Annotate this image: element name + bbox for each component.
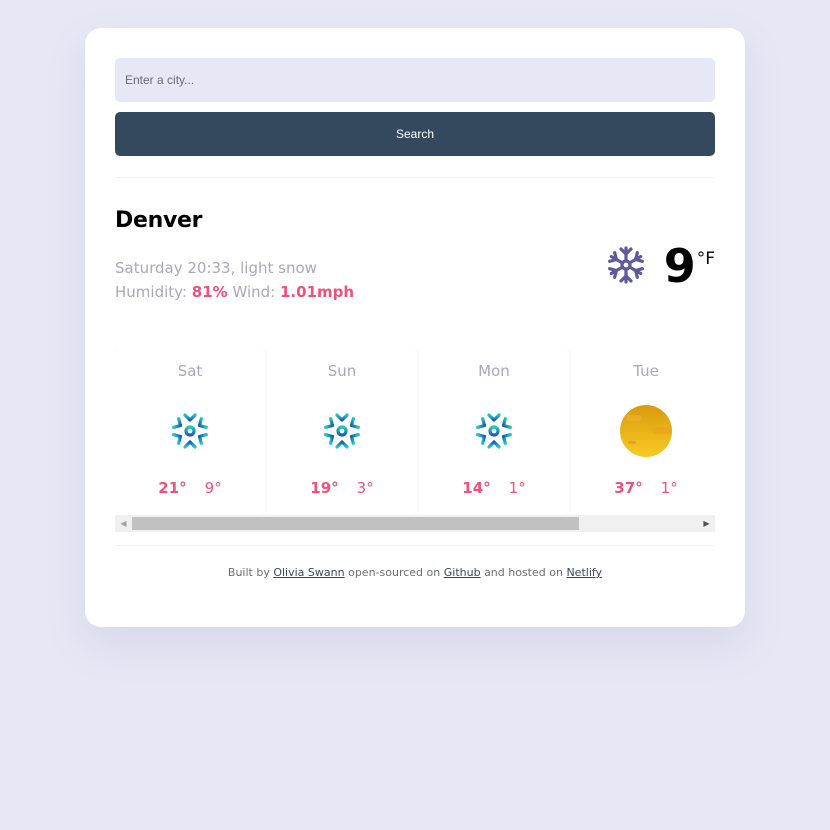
search-button[interactable]: Search [115,112,715,156]
horizontal-scrollbar[interactable]: ◀ ▶ [115,515,715,532]
forecast-low: 1° [660,479,678,497]
humidity-wind: Humidity: 81% Wind: 1.01mph [115,280,354,304]
snowflake-icon [606,245,646,285]
forecast-day-name: Sun [327,362,357,380]
forecast-temps: 21° 9° [115,479,265,497]
forecast-high: 37° [614,479,643,497]
github-link[interactable]: Github [444,566,481,579]
forecast-temps: 19° 3° [267,479,417,497]
separator: , [230,259,241,277]
forecast-high: 21° [158,479,187,497]
humidity-value: 81% [191,283,228,301]
temperature-unit: °F [696,249,715,269]
forecast-low: 3° [356,479,374,497]
forecast-high: 14° [462,479,491,497]
forecast-high: 19° [310,479,339,497]
wind-label: Wind: [232,283,276,301]
day-time: Saturday 20:33 [115,259,231,277]
forecast-day: Sun 19° 3° [267,348,417,515]
author-link[interactable]: Olivia Swann [273,566,344,579]
forecast-low: 1° [508,479,526,497]
snowflake-icon [466,403,522,459]
scroll-right-arrow-icon[interactable]: ▶ [698,515,715,532]
sun-icon [618,403,674,459]
scrollbar-thumb[interactable] [132,517,579,530]
current-weather: Denver Saturday 20:33, light snow Humidi… [115,178,715,328]
forecast-day: Mon 14° 1° [419,348,569,515]
humidity-label: Humidity: [115,283,187,301]
current-temperature: 9 °F [664,238,715,294]
footer-text: open-sourced on [348,566,441,579]
weather-card: Search Denver Saturday 20:33, light snow… [85,28,745,627]
forecast-day: Tue 37° 1° [571,348,715,515]
forecast-day-name: Tue [633,362,659,380]
forecast-day-name: Sat [177,362,203,380]
city-search-input[interactable] [115,58,715,102]
forecast-section: Sat 21° 9° Sun 19° 3° Mon 14° 1° Tue 37°… [115,348,715,535]
footer-text: Built by [227,566,270,579]
snowflake-icon [314,403,370,459]
forecast-low: 9° [204,479,222,497]
forecast-day-name: Mon [478,362,510,380]
temperature-value: 9 [663,239,696,293]
date-condition: Saturday 20:33, light snow [115,256,354,280]
wind-value: 1.01mph [280,283,355,301]
city-name: Denver [115,208,203,233]
current-details: Saturday 20:33, light snow Humidity: 81%… [115,256,354,304]
forecast-day: Sat 21° 9° [115,348,265,515]
forecast-temps: 14° 1° [419,479,569,497]
netlify-link[interactable]: Netlify [566,566,602,579]
footer-text: and hosted on [484,566,563,579]
divider [115,545,715,546]
forecast-list[interactable]: Sat 21° 9° Sun 19° 3° Mon 14° 1° Tue 37°… [115,348,715,515]
footer: Built by Olivia Swann open-sourced on Gi… [115,566,715,579]
scroll-left-arrow-icon[interactable]: ◀ [115,515,132,532]
condition: light snow [240,259,317,277]
snowflake-icon [162,403,218,459]
forecast-temps: 37° 1° [571,479,715,497]
